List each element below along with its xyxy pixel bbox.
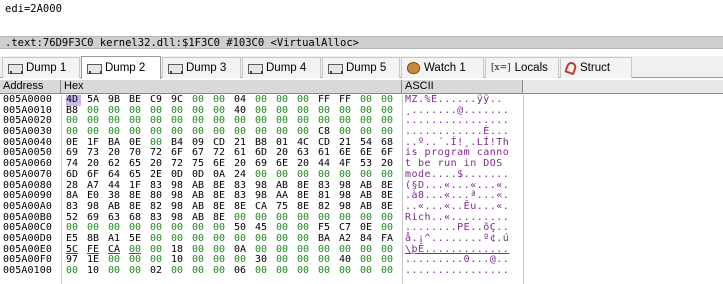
dump-row[interactable]: 005A0100 00 10 00 00 02 00 00 00 06 00 00 00 00 00 00 00… xyxy=(0,265,723,277)
hex-byte[interactable]: 83 xyxy=(66,201,81,213)
tab-label: Locals xyxy=(514,62,548,74)
tab-dump-1[interactable]: Dump 1 xyxy=(2,57,80,78)
hex-byte[interactable]: 8E xyxy=(129,201,144,213)
hex-byte[interactable]: 00 xyxy=(129,265,144,277)
row-ascii[interactable]: mode....$....... xyxy=(405,169,509,181)
struct-icon xyxy=(564,60,578,76)
hex-byte[interactable]: 0D xyxy=(192,169,207,181)
dump-tab-bar: Dump 1 Dump 2 Dump 3 Dump 4 Dump 5 Watch… xyxy=(0,56,723,79)
hex-byte[interactable]: 8E xyxy=(381,201,396,213)
dump-icon xyxy=(168,63,183,74)
hex-byte[interactable]: 10 xyxy=(87,265,102,277)
address-status-bar: .text:76D9F3C0 kernel32.dll:$1F3C0 #103C… xyxy=(0,36,723,49)
hex-byte[interactable]: 00 xyxy=(360,265,375,277)
hex-byte[interactable]: 75 xyxy=(276,201,291,213)
hex-byte[interactable]: 00 xyxy=(66,265,81,277)
column-header-filler xyxy=(523,80,723,94)
row-address[interactable]: 005A00A0 xyxy=(3,201,52,213)
row-ascii[interactable]: ................ xyxy=(405,265,509,277)
hex-byte[interactable]: 06 xyxy=(234,265,249,277)
tab-label: Dump 4 xyxy=(266,62,307,74)
hex-byte[interactable]: AB xyxy=(192,201,207,213)
hex-byte[interactable]: 8E xyxy=(297,201,312,213)
hex-byte[interactable]: 82 xyxy=(318,201,333,213)
info-pane: edi=2A000 xyxy=(0,0,723,36)
hex-byte[interactable]: 98 xyxy=(171,201,186,213)
hex-byte[interactable]: 8E xyxy=(234,201,249,213)
hex-byte[interactable]: AB xyxy=(360,201,375,213)
hex-byte[interactable]: 00 xyxy=(318,265,333,277)
column-header-address[interactable]: Address xyxy=(0,80,61,94)
watch-icon xyxy=(407,62,420,74)
row-address[interactable]: 005A0070 xyxy=(3,169,52,181)
hex-byte[interactable]: 00 xyxy=(276,265,291,277)
hex-byte[interactable]: 0A xyxy=(213,169,228,181)
hex-byte[interactable]: 00 xyxy=(297,169,312,181)
column-headers: Address Hex ASCII xyxy=(0,80,723,94)
tab-label: Dump 2 xyxy=(105,62,146,74)
row-ascii[interactable]: ..«...«..Êu...«. xyxy=(405,201,509,213)
row-address[interactable]: 005A0100 xyxy=(3,265,52,277)
hex-byte[interactable]: AB xyxy=(108,201,123,213)
tab-watch-1[interactable]: Watch 1 xyxy=(401,57,484,78)
hex-byte[interactable]: 6D xyxy=(66,169,81,181)
dump-icon xyxy=(328,63,343,74)
hex-byte[interactable]: 00 xyxy=(192,265,207,277)
hex-byte[interactable]: 65 xyxy=(129,169,144,181)
tab-label: Dump 5 xyxy=(346,62,387,74)
tab-dump-3[interactable]: Dump 3 xyxy=(162,57,241,78)
hex-byte[interactable]: CA xyxy=(255,201,270,213)
address-label: .text:76D9F3C0 kernel32.dll:$1F3C0 #103C… xyxy=(5,37,360,49)
hex-byte[interactable]: 00 xyxy=(381,169,396,181)
tab-label: Watch 1 xyxy=(424,62,466,74)
tab-struct[interactable]: Struct xyxy=(560,57,632,78)
hex-byte[interactable]: 00 xyxy=(255,265,270,277)
tab-label: Struct xyxy=(580,62,611,74)
tab-dump-4[interactable]: Dump 4 xyxy=(242,57,321,78)
hex-byte[interactable]: 00 xyxy=(297,265,312,277)
hex-byte[interactable]: 8E xyxy=(213,201,228,213)
tab-label: Dump 3 xyxy=(186,62,227,74)
tab-dump-5[interactable]: Dump 5 xyxy=(322,57,400,78)
hex-byte[interactable]: 00 xyxy=(381,265,396,277)
tab-dump-2[interactable]: Dump 2 xyxy=(81,56,161,79)
hex-byte[interactable]: 82 xyxy=(150,201,165,213)
hex-byte[interactable]: 64 xyxy=(108,169,123,181)
dump-rows: 005A0000 4D 5A 9B BE C9 9C 00 00 04 00 00 00 FF FF 00 00… xyxy=(0,94,723,277)
hex-byte[interactable]: 00 xyxy=(339,169,354,181)
hex-byte[interactable]: 00 xyxy=(360,169,375,181)
hex-byte[interactable]: 0D xyxy=(171,169,186,181)
column-header-hex[interactable]: Hex xyxy=(61,80,402,94)
hex-byte[interactable]: 00 xyxy=(318,169,333,181)
hex-byte[interactable]: 98 xyxy=(339,201,354,213)
hex-byte[interactable]: 00 xyxy=(255,169,270,181)
memory-dump-view[interactable]: Address Hex ASCII 005A0000 4D 5A 9B BE C9 9C 00… xyxy=(0,80,723,284)
hex-byte[interactable]: 00 xyxy=(108,265,123,277)
hex-byte[interactable]: 6F xyxy=(87,169,102,181)
register-info: edi=2A000 xyxy=(5,3,62,15)
dump-icon xyxy=(248,63,263,74)
hex-byte[interactable]: 2E xyxy=(150,169,165,181)
dump-icon xyxy=(8,63,23,74)
hex-byte[interactable]: 98 xyxy=(87,201,102,213)
locals-icon: [x=] xyxy=(491,63,511,73)
hex-byte[interactable]: 00 xyxy=(213,265,228,277)
hex-byte[interactable]: 00 xyxy=(339,265,354,277)
hex-byte[interactable]: 24 xyxy=(234,169,249,181)
dump-icon xyxy=(87,63,102,74)
column-header-ascii[interactable]: ASCII xyxy=(402,80,523,94)
dump-row[interactable]: 005A0070 6D 6F 64 65 2E 0D 0D 0A 24 00 00 00 00 00 00 00… xyxy=(0,169,723,181)
tab-locals[interactable]: [x=] Locals xyxy=(485,57,559,78)
hex-byte[interactable]: 02 xyxy=(150,265,165,277)
hex-byte[interactable]: 00 xyxy=(171,265,186,277)
dump-row[interactable]: 005A00A0 83 98 AB 8E 82 98 AB 8E 8E CA 75 8E 82 98 AB 8E… xyxy=(0,201,723,213)
tab-label: Dump 1 xyxy=(26,62,67,74)
hex-byte[interactable]: 00 xyxy=(276,169,291,181)
